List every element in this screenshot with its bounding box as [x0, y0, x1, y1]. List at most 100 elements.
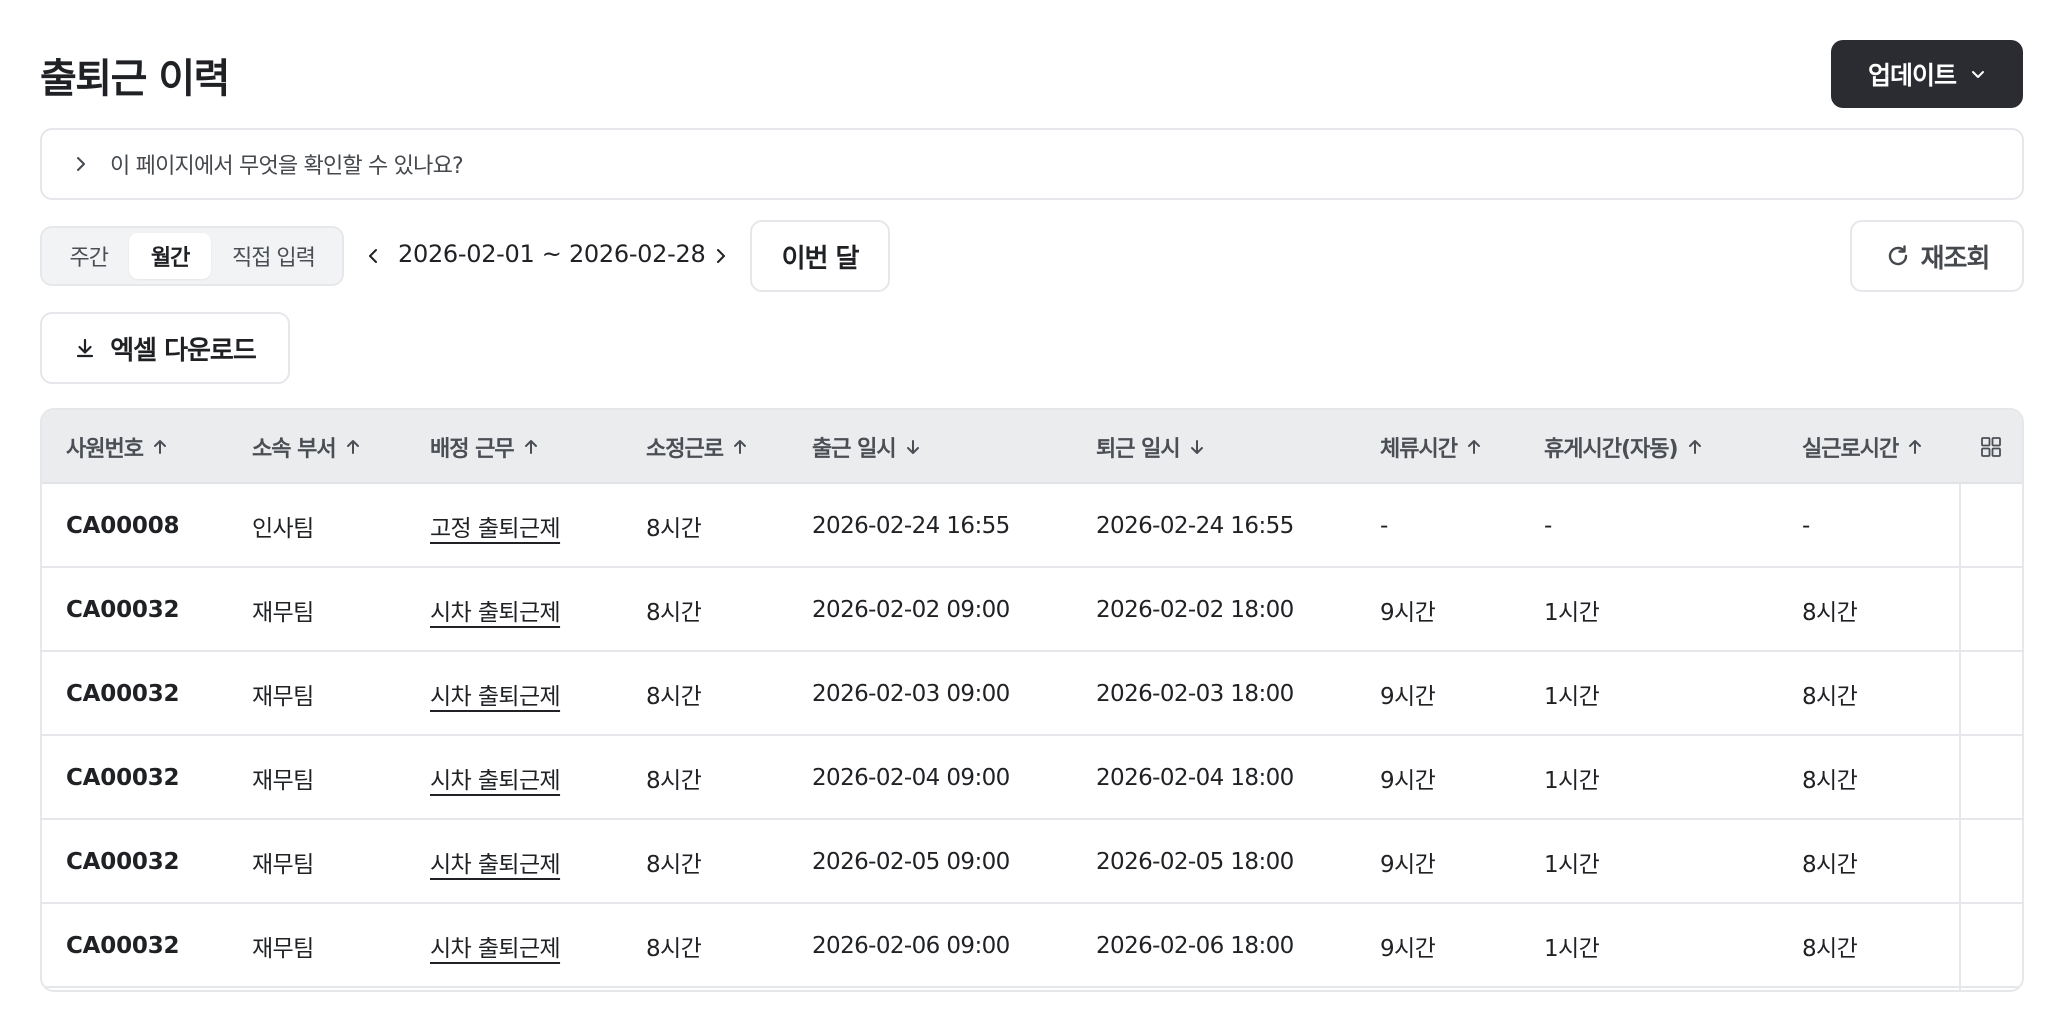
cell-clock-in: 2026-02-02 09:00 — [812, 597, 1010, 623]
arrow-up-icon — [1909, 440, 1922, 454]
cell-break-time: 1시간 — [1544, 684, 1600, 710]
update-button[interactable]: 업데이트 — [1831, 40, 2023, 108]
cell-clock-in: 2026-02-24 16:55 — [812, 513, 1010, 539]
cell-department: 인사팀 — [252, 516, 314, 542]
column-header-stay-time[interactable]: 체류시간 — [1380, 410, 1483, 484]
cell-stay-time: 9시간 — [1380, 768, 1436, 794]
cell-clock-out: 2026-02-05 18:00 — [1096, 849, 1294, 875]
chevron-right-icon — [77, 157, 85, 171]
cell-scheduled-hours: 8시간 — [646, 768, 702, 794]
column-header-break-time[interactable]: 휴게시간(자동) — [1544, 410, 1704, 484]
column-divider — [1959, 484, 1961, 990]
attendance-table: 사원번호 소속 부서 배정 근무 소정근로 출근 일시 퇴근 일시 체류시간 휴… — [40, 408, 2024, 992]
cell-employee-id: CA00032 — [66, 681, 180, 707]
column-header-clock-out[interactable]: 퇴근 일시 — [1096, 410, 1206, 484]
cell-department: 재무팀 — [252, 936, 314, 962]
column-header-actual-hours[interactable]: 실근로시간 — [1802, 410, 1924, 484]
period-tabs: 주간 월간 직접 입력 — [40, 226, 344, 286]
cell-clock-out: 2026-02-06 18:00 — [1096, 933, 1294, 959]
cell-clock-in: 2026-02-03 09:00 — [812, 681, 1010, 707]
cell-scheduled-hours: 8시간 — [646, 684, 702, 710]
arrow-up-icon — [153, 440, 166, 454]
cell-schedule-link[interactable]: 시차 출퇴근제 — [430, 904, 561, 988]
arrow-up-icon — [524, 440, 537, 454]
cell-stay-time: - — [1380, 513, 1388, 539]
table-header: 사원번호 소속 부서 배정 근무 소정근로 출근 일시 퇴근 일시 체류시간 휴… — [42, 410, 2022, 484]
chevron-left-icon — [369, 249, 377, 263]
table-row[interactable]: CA00032 재무팀 시차 출퇴근제 8시간 2026-02-05 09:00… — [42, 820, 2022, 904]
page-title: 출퇴근 이력 — [40, 56, 230, 102]
cell-schedule-link[interactable]: 시차 출퇴근제 — [430, 568, 561, 652]
arrow-up-icon — [1467, 440, 1480, 454]
cell-employee-id: CA00032 — [66, 597, 180, 623]
refresh-button[interactable]: 재조회 — [1850, 220, 2024, 292]
cell-scheduled-hours: 8시간 — [646, 600, 702, 626]
cell-actual-hours: - — [1802, 513, 1810, 539]
cell-schedule-link[interactable]: 시차 출퇴근제 — [430, 652, 561, 736]
cell-actual-hours: 8시간 — [1802, 768, 1858, 794]
refresh-icon — [1888, 245, 1907, 266]
column-header-employee-id[interactable]: 사원번호 — [66, 410, 169, 484]
prev-period-button[interactable] — [358, 240, 388, 272]
table-row[interactable]: CA00032 재무팀 시차 출퇴근제 8시간 2026-02-06 09:00… — [42, 904, 2022, 988]
date-range: 2026-02-01 ~ 2026-02-28 — [398, 240, 706, 268]
tab-weekly[interactable]: 주간 — [48, 233, 129, 279]
table-row[interactable]: CA00008 인사팀 고정 출퇴근제 8시간 2026-02-24 16:55… — [42, 484, 2022, 568]
arrow-up-icon — [733, 440, 746, 454]
cell-break-time: 1시간 — [1544, 852, 1600, 878]
cell-actual-hours: 8시간 — [1802, 936, 1858, 962]
update-button-label: 업데이트 — [1867, 61, 1957, 90]
cell-department: 재무팀 — [252, 600, 314, 626]
cell-scheduled-hours: 8시간 — [646, 852, 702, 878]
cell-employee-id: CA00032 — [66, 933, 180, 959]
grid-icon[interactable] — [1980, 436, 2002, 458]
column-header-department[interactable]: 소속 부서 — [252, 410, 362, 484]
cell-clock-in: 2026-02-05 09:00 — [812, 849, 1010, 875]
cell-schedule-link[interactable]: 시차 출퇴근제 — [430, 820, 561, 904]
excel-download-button[interactable]: 엑셀 다운로드 — [40, 312, 290, 384]
cell-stay-time: 9시간 — [1380, 684, 1436, 710]
tab-custom[interactable]: 직접 입력 — [211, 233, 336, 279]
cell-clock-in: 2026-02-06 09:00 — [812, 933, 1010, 959]
cell-schedule-link[interactable]: 고정 출퇴근제 — [430, 484, 561, 568]
help-text: 이 페이지에서 무엇을 확인할 수 있나요? — [110, 154, 464, 179]
cell-department: 재무팀 — [252, 768, 314, 794]
column-header-clock-in[interactable]: 출근 일시 — [812, 410, 922, 484]
help-accordion[interactable]: 이 페이지에서 무엇을 확인할 수 있나요? — [40, 128, 2024, 200]
arrow-up-icon — [1688, 440, 1701, 454]
chevron-down-icon — [1972, 71, 1984, 78]
cell-department: 재무팀 — [252, 852, 314, 878]
cell-stay-time: 9시간 — [1380, 936, 1436, 962]
arrow-up-icon — [346, 440, 359, 454]
cell-clock-out: 2026-02-04 18:00 — [1096, 765, 1294, 791]
cell-clock-out: 2026-02-02 18:00 — [1096, 597, 1294, 623]
cell-break-time: - — [1544, 513, 1552, 539]
cell-clock-out: 2026-02-24 16:55 — [1096, 513, 1294, 539]
this-month-button[interactable]: 이번 달 — [750, 220, 890, 292]
tab-monthly[interactable]: 월간 — [129, 233, 211, 279]
column-header-scheduled-hours[interactable]: 소정근로 — [646, 410, 749, 484]
cell-break-time: 1시간 — [1544, 936, 1600, 962]
table-row[interactable]: CA00032 재무팀 시차 출퇴근제 8시간 2026-02-02 09:00… — [42, 568, 2022, 652]
cell-stay-time: 9시간 — [1380, 600, 1436, 626]
cell-employee-id: CA00008 — [66, 513, 180, 539]
cell-actual-hours: 8시간 — [1802, 684, 1858, 710]
cell-employee-id: CA00032 — [66, 849, 180, 875]
cell-actual-hours: 8시간 — [1802, 600, 1858, 626]
column-header-assigned-schedule[interactable]: 배정 근무 — [430, 410, 540, 484]
arrow-down-icon — [1190, 440, 1203, 454]
cell-scheduled-hours: 8시간 — [646, 936, 702, 962]
excel-download-label: 엑셀 다운로드 — [110, 335, 257, 366]
cell-break-time: 1시간 — [1544, 600, 1600, 626]
attendance-history-page: 출퇴근 이력 업데이트 이 페이지에서 무엇을 확인할 수 있나요? 주간 월간… — [0, 0, 2064, 1032]
table-row[interactable]: CA00032 재무팀 시차 출퇴근제 8시간 2026-02-03 09:00… — [42, 652, 2022, 736]
cell-stay-time: 9시간 — [1380, 852, 1436, 878]
cell-break-time: 1시간 — [1544, 768, 1600, 794]
cell-schedule-link[interactable]: 시차 출퇴근제 — [430, 736, 561, 820]
refresh-label: 재조회 — [1920, 243, 1991, 274]
download-icon — [77, 338, 94, 358]
table-row[interactable]: CA00032 재무팀 시차 출퇴근제 8시간 2026-02-04 09:00… — [42, 736, 2022, 820]
next-period-button[interactable] — [706, 240, 736, 272]
cell-actual-hours: 8시간 — [1802, 852, 1858, 878]
cell-employee-id: CA00032 — [66, 765, 180, 791]
